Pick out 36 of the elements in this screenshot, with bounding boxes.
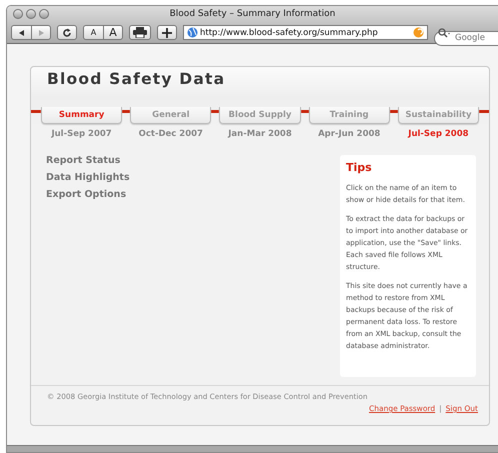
window-title: Blood Safety – Summary Information <box>170 9 336 19</box>
period-link[interactable]: Jan-Mar 2008 <box>228 129 292 139</box>
section-heading[interactable]: Report Status <box>46 155 120 166</box>
printer-icon <box>133 27 147 38</box>
period-link[interactable]: Apr-Jun 2008 <box>318 129 380 139</box>
period-link[interactable]: Jul-Sep 2007 <box>51 129 112 139</box>
add-bookmark-button[interactable] <box>157 25 177 40</box>
snapback-icon[interactable] <box>413 27 424 38</box>
site-title: Blood Safety Data <box>47 70 226 88</box>
print-button[interactable] <box>129 25 151 40</box>
nav-tab[interactable]: General <box>130 107 212 124</box>
globe-icon <box>187 27 198 38</box>
close-window-icon[interactable] <box>13 9 23 19</box>
search-field[interactable]: Google <box>434 30 498 46</box>
forward-button[interactable] <box>31 25 51 40</box>
nav-tab[interactable]: Summary <box>41 107 122 124</box>
larger-text-button[interactable]: A <box>103 25 123 40</box>
nav-tab[interactable]: Training <box>308 107 390 124</box>
nav-tab[interactable]: Sustainability <box>398 107 480 124</box>
section-heading[interactable]: Export Options <box>46 189 126 200</box>
search-icon <box>438 28 452 38</box>
plus-icon <box>162 28 172 38</box>
period-link[interactable]: Jul-Sep 2008 <box>408 129 469 139</box>
reload-button[interactable] <box>57 25 77 40</box>
left-arrow-icon <box>18 28 26 36</box>
smaller-text-button[interactable]: A <box>83 25 103 40</box>
reload-icon <box>62 28 72 38</box>
address-field[interactable]: http://www.blood-safety.org/summary.php <box>183 25 428 40</box>
nav-tab[interactable]: Blood Supply <box>219 107 301 124</box>
minimize-window-icon[interactable] <box>26 9 36 19</box>
tips-title: Tips <box>346 161 373 174</box>
back-button[interactable] <box>11 25 31 40</box>
right-arrow-icon <box>37 28 45 36</box>
section-heading[interactable]: Data Highlights <box>46 172 130 183</box>
zoom-window-icon[interactable] <box>39 9 49 19</box>
period-link[interactable]: Oct-Dec 2007 <box>138 129 203 139</box>
